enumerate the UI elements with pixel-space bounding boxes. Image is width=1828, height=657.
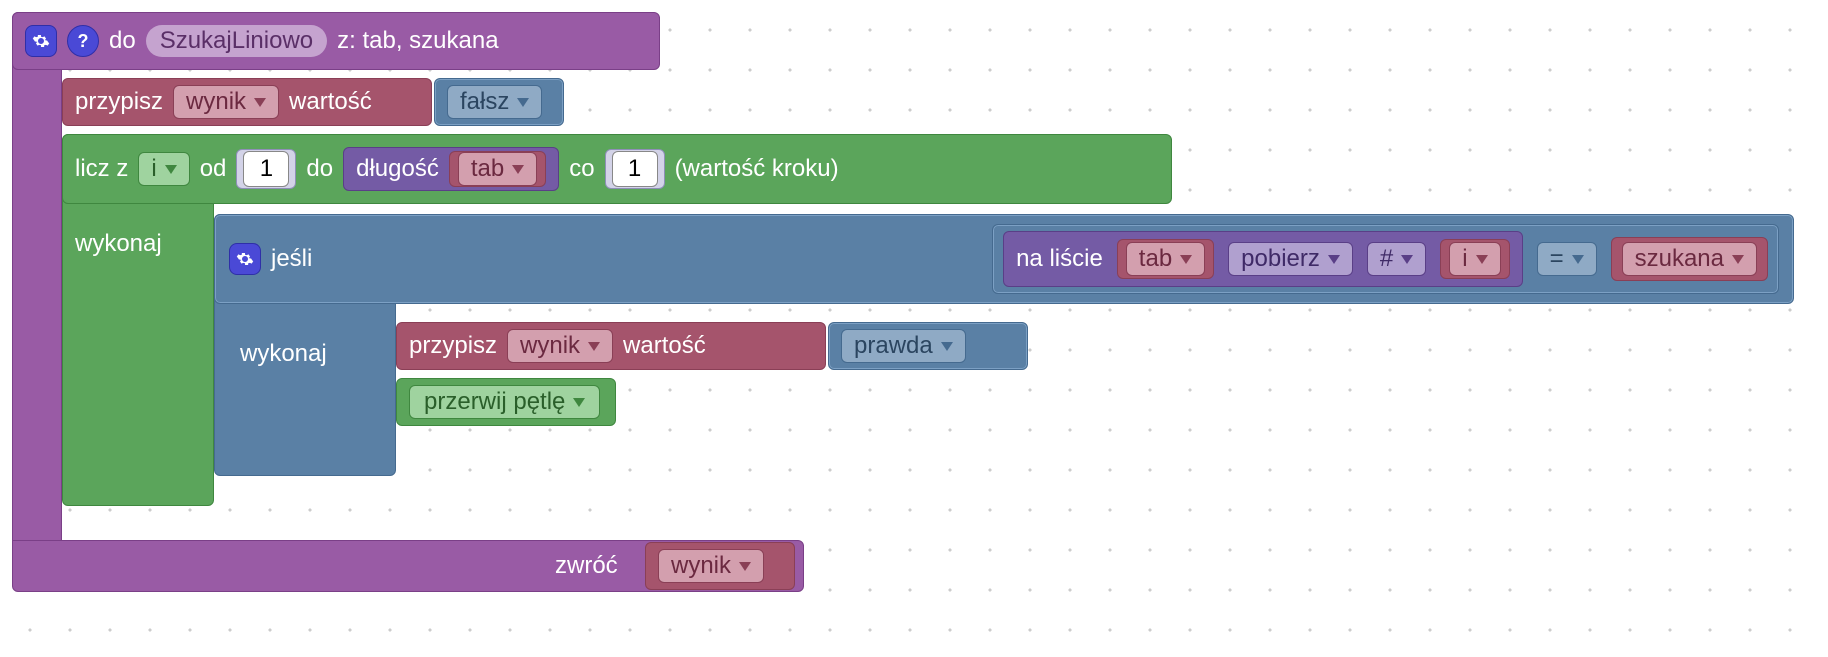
list-get-block[interactable]: na liście tab pobierz # i (1003, 231, 1523, 287)
false-block[interactable]: fałsz (434, 78, 564, 126)
loop-do-label: wykonaj (75, 230, 162, 258)
gear-icon[interactable] (229, 243, 261, 275)
var-wynik-dropdown[interactable]: wynik (173, 85, 279, 119)
from-value[interactable]: 1 (243, 151, 289, 187)
if-label: jeśli (271, 245, 312, 273)
length-arg-dropdown[interactable]: tab (458, 152, 537, 186)
length-block[interactable]: długość tab (343, 147, 559, 191)
for-loop[interactable]: licz z i od 1 do długość tab co 1 (warto… (62, 134, 1172, 204)
count-label: licz z (75, 155, 128, 183)
step-value[interactable]: 1 (612, 151, 658, 187)
function-name[interactable]: SzukajLiniowo (146, 25, 327, 57)
step-label: co (569, 155, 594, 183)
var-wynik-dropdown[interactable]: wynik (507, 329, 613, 363)
list-arg-block[interactable]: tab (1117, 239, 1214, 279)
break-block[interactable]: przerwij pętlę (396, 378, 616, 426)
index-var-dropdown[interactable]: i (1449, 242, 1500, 276)
from-value-block[interactable]: 1 (236, 149, 296, 189)
to-label: do (306, 155, 333, 183)
return-label: zwróć (555, 552, 618, 580)
from-label: od (200, 155, 227, 183)
hash-dropdown[interactable]: # (1367, 242, 1426, 276)
get-dropdown[interactable]: pobierz (1228, 242, 1353, 276)
rhs-dropdown[interactable]: szukana (1622, 242, 1757, 276)
list-arg-dropdown[interactable]: tab (1126, 242, 1205, 276)
true-dropdown[interactable]: prawda (841, 329, 966, 363)
rhs-block[interactable]: szukana (1611, 237, 1768, 281)
inlist-label: na liście (1016, 245, 1103, 273)
gear-icon[interactable] (25, 25, 57, 57)
function-spine (12, 12, 62, 574)
return-value-block[interactable]: wynik (645, 542, 795, 590)
assign-label: przypisz (409, 332, 497, 360)
false-dropdown[interactable]: fałsz (447, 85, 542, 119)
return-var-dropdown[interactable]: wynik (658, 549, 764, 583)
index-block[interactable]: i (1440, 239, 1509, 279)
function-do-label: do (109, 27, 136, 55)
compare-block[interactable]: na liście tab pobierz # i = (992, 224, 1779, 294)
function-header[interactable]: ? do SzukajLiniowo z: tab, szukana (12, 12, 660, 70)
true-block[interactable]: prawda (828, 322, 1028, 370)
length-label: długość (356, 155, 439, 183)
op-dropdown[interactable]: = (1537, 242, 1597, 276)
loop-var-dropdown[interactable]: i (138, 152, 189, 186)
if-do-label: wykonaj (240, 340, 327, 368)
step-value-block[interactable]: 1 (605, 149, 665, 189)
value-label: wartość (623, 332, 706, 360)
help-icon[interactable]: ? (67, 25, 99, 57)
length-arg-block[interactable]: tab (449, 151, 546, 187)
set-wynik-false[interactable]: przypisz wynik wartość (62, 78, 432, 126)
value-label: wartość (289, 88, 372, 116)
assign-label: przypisz (75, 88, 163, 116)
function-params: z: tab, szukana (337, 27, 498, 55)
step-note: (wartość kroku) (675, 155, 839, 183)
break-dropdown[interactable]: przerwij pętlę (409, 385, 600, 419)
if-block[interactable]: jeśli na liście tab pobierz # i (214, 214, 1794, 304)
set-wynik-true[interactable]: przypisz wynik wartość (396, 322, 826, 370)
